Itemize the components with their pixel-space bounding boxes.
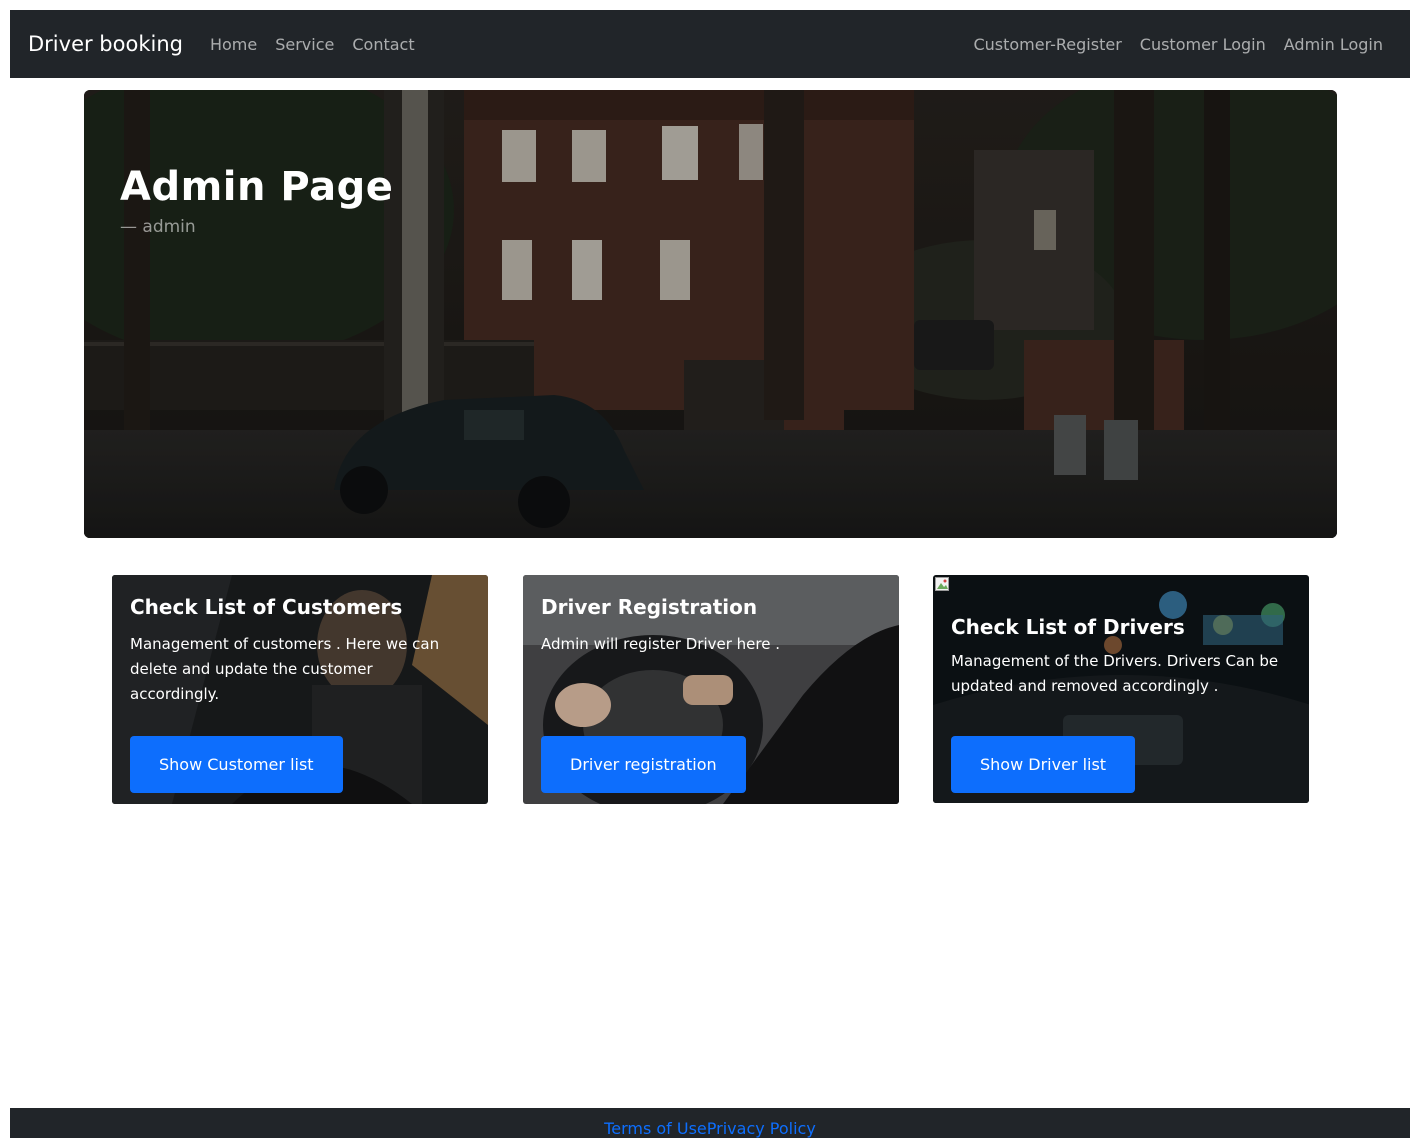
show-driver-list-button[interactable]: Show Driver list [951, 736, 1136, 793]
nav-link-home[interactable]: Home [201, 35, 266, 54]
nav-link-service[interactable]: Service [266, 35, 343, 54]
nav-left-links: Home Service Contact [201, 35, 424, 54]
broken-image-icon [935, 577, 949, 591]
footer-link-terms-of-use[interactable]: Terms of Use [604, 1119, 707, 1138]
card-driver-list-title: Check List of Drivers [951, 615, 1185, 639]
hero-banner: Admin Page — admin [84, 90, 1337, 538]
card-driver-registration-title: Driver Registration [541, 595, 758, 619]
card-customer-list: Check List of Customers Management of cu… [112, 575, 488, 804]
navbar-brand[interactable]: Driver booking [28, 32, 183, 56]
card-driver-registration-text: Admin will register Driver here . [541, 635, 780, 653]
card-driver-list-text: Management of the Drivers. Drivers Can b… [951, 652, 1279, 695]
nav-link-admin-login[interactable]: Admin Login [1275, 35, 1392, 54]
hero-subtitle: — admin [120, 217, 196, 237]
nav-link-customer-register[interactable]: Customer-Register [964, 35, 1130, 54]
card-driver-registration: Driver Registration Admin will register … [523, 575, 899, 804]
hero-background-image [84, 90, 1337, 538]
driver-registration-button[interactable]: Driver registration [541, 736, 746, 793]
footer: Terms of UsePrivacy Policy [10, 1108, 1410, 1138]
footer-link-privacy-policy[interactable]: Privacy Policy [707, 1119, 816, 1138]
nav-link-customer-login[interactable]: Customer Login [1131, 35, 1275, 54]
card-customer-title: Check List of Customers [130, 595, 403, 619]
top-navbar: Driver booking Home Service Contact Cust… [10, 10, 1410, 78]
show-customer-list-button[interactable]: Show Customer list [130, 736, 343, 793]
card-customer-text: Management of customers . Here we can de… [130, 635, 440, 703]
card-driver-list: Check List of Drivers Management of the … [933, 575, 1309, 803]
hero-title: Admin Page [120, 164, 394, 210]
nav-link-contact[interactable]: Contact [343, 35, 423, 54]
nav-right-links: Customer-Register Customer Login Admin L… [964, 35, 1392, 54]
